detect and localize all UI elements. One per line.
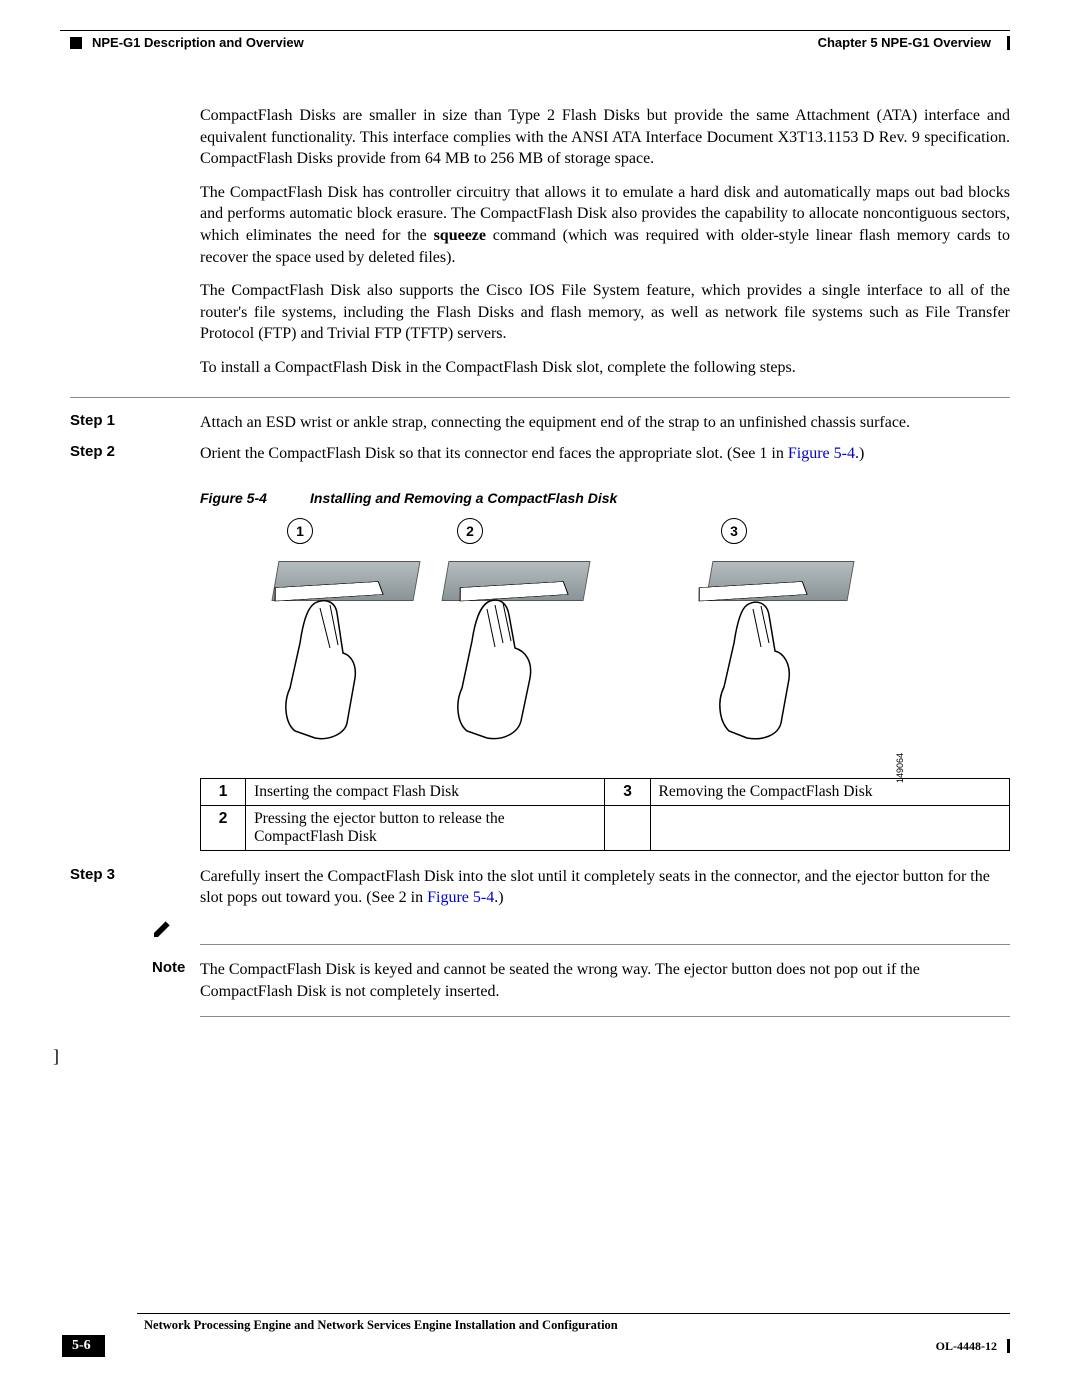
figure-caption: Installing and Removing a CompactFlash D… <box>310 490 617 506</box>
panel-1-num: 1 <box>287 518 313 544</box>
legend-1-num: 1 <box>201 778 246 805</box>
footer-rule <box>137 1313 1010 1314</box>
figure-5-4-link-2[interactable]: Figure 5-4 <box>427 889 494 906</box>
note-block: Note The CompactFlash Disk is keyed and … <box>200 919 1010 1017</box>
step-2-text: Orient the CompactFlash Disk so that its… <box>200 443 1010 465</box>
step-2-text-b: .) <box>855 445 864 462</box>
figure-panel-2: 2 <box>425 518 625 753</box>
page-footer: Network Processing Engine and Network Se… <box>62 1313 1010 1357</box>
step-3-text-a: Carefully insert the CompactFlash Disk i… <box>200 868 990 907</box>
footer-doc-id: OL-4448-12 <box>936 1339 997 1353</box>
figure-panel-3: 3 <box>689 518 889 753</box>
header-section: NPE-G1 Description and Overview <box>92 35 304 50</box>
stray-bracket: ] <box>53 1046 59 1067</box>
step-2-label: Step 2 <box>70 443 200 465</box>
header-rule <box>60 30 1010 31</box>
step-3-row: Step 3 Carefully insert the CompactFlash… <box>200 866 1010 909</box>
legend-3-text: Removing the CompactFlash Disk <box>650 778 1009 805</box>
figure-5-4: 1 2 <box>255 518 895 753</box>
paragraph-1: CompactFlash Disks are smaller in size t… <box>200 105 1010 170</box>
figure-label: Figure 5-4 <box>200 490 310 506</box>
panel-3-drawing <box>689 553 869 733</box>
legend-table: 1 Inserting the compact Flash Disk 3 Rem… <box>200 778 1010 851</box>
step-1-row: Step 1 Attach an ESD wrist or ankle stra… <box>200 412 1010 434</box>
note-rule-top <box>200 944 1010 945</box>
header-marker-icon <box>70 37 82 49</box>
step-3-text-b: .) <box>494 889 503 906</box>
hand-icon <box>445 593 565 743</box>
footer-page-number: 5-6 <box>62 1335 105 1357</box>
paragraph-3: The CompactFlash Disk also supports the … <box>200 280 1010 345</box>
header-bar-icon <box>1007 36 1010 50</box>
hand-icon <box>275 593 395 743</box>
step-1-text: Attach an ESD wrist or ankle strap, conn… <box>200 412 1010 434</box>
step-3-label: Step 3 <box>70 866 200 909</box>
step-2-text-a: Orient the CompactFlash Disk so that its… <box>200 445 788 462</box>
panel-2-num: 2 <box>457 518 483 544</box>
paragraph-4: To install a CompactFlash Disk in the Co… <box>200 357 1010 379</box>
table-row: 2 Pressing the ejector button to release… <box>201 805 1010 850</box>
footer-title: Network Processing Engine and Network Se… <box>144 1318 1010 1333</box>
note-text: The CompactFlash Disk is keyed and canno… <box>200 959 1010 1002</box>
legend-empty-num <box>605 805 650 850</box>
paragraph-2: The CompactFlash Disk has controller cir… <box>200 182 1010 268</box>
body-content: CompactFlash Disks are smaller in size t… <box>200 105 1010 1017</box>
note-label: Note <box>152 959 200 1002</box>
footer-bar-icon <box>1007 1339 1010 1353</box>
hand-icon <box>709 593 829 743</box>
note-rule-bottom <box>200 1016 1010 1017</box>
divider <box>70 397 1010 398</box>
legend-2-text: Pressing the ejector button to release t… <box>246 805 605 850</box>
panel-3-num: 3 <box>721 518 747 544</box>
table-row: 1 Inserting the compact Flash Disk 3 Rem… <box>201 778 1010 805</box>
figure-5-4-link[interactable]: Figure 5-4 <box>788 445 855 462</box>
note-pencil-icon <box>152 919 1010 942</box>
panel-2-drawing <box>425 553 605 733</box>
step-3-text: Carefully insert the CompactFlash Disk i… <box>200 866 1010 909</box>
legend-empty-text <box>650 805 1009 850</box>
step-2-row: Step 2 Orient the CompactFlash Disk so t… <box>200 443 1010 465</box>
figure-id: 149064 <box>895 753 905 783</box>
legend-2-num: 2 <box>201 805 246 850</box>
panel-1-drawing <box>255 553 435 733</box>
page-header: NPE-G1 Description and Overview Chapter … <box>70 35 1010 50</box>
header-chapter: Chapter 5 NPE-G1 Overview <box>818 35 991 50</box>
step-1-label: Step 1 <box>70 412 200 434</box>
legend-1-text: Inserting the compact Flash Disk <box>246 778 605 805</box>
squeeze-command: squeeze <box>434 227 486 244</box>
legend-3-num: 3 <box>605 778 650 805</box>
figure-caption-row: Figure 5-4 Installing and Removing a Com… <box>200 490 1010 506</box>
